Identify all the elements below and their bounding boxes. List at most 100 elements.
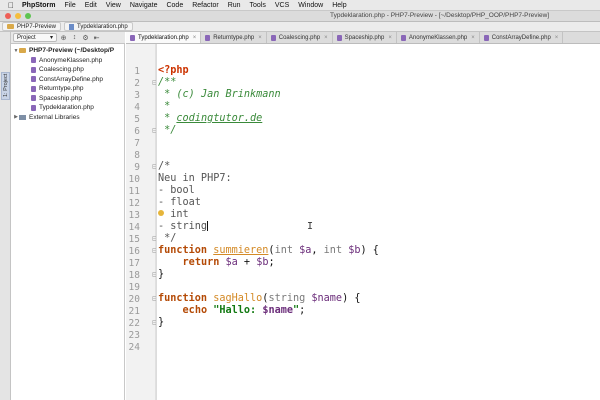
breadcrumb-project[interactable]: PHP7-Preview xyxy=(2,22,62,31)
line-number: 23 xyxy=(128,330,140,341)
tree-root-label: PHP7-Preview (~/Desktop/P xyxy=(29,47,115,55)
tree-file-label: Returntype.php xyxy=(39,85,84,93)
doc-comment-link[interactable]: codingtutor.de xyxy=(176,113,262,124)
menu-app-name[interactable]: PhpStorm xyxy=(22,2,55,9)
editor-tabs: Typdeklaration.php × Returntype.php × Co… xyxy=(126,32,600,44)
menu-help[interactable]: Help xyxy=(332,2,346,9)
code-line[interactable]: } xyxy=(158,269,164,281)
minimize-window-button[interactable] xyxy=(15,13,21,19)
close-icon[interactable]: × xyxy=(471,35,475,41)
type-hint: int xyxy=(323,245,343,256)
function-name[interactable]: summieren xyxy=(213,245,268,256)
close-icon[interactable]: × xyxy=(193,35,197,41)
tab-typdeklaration[interactable]: Typdeklaration.php × xyxy=(126,32,202,43)
close-icon[interactable]: × xyxy=(388,35,392,41)
line-number: 6 xyxy=(134,126,140,137)
intention-bulb-icon[interactable] xyxy=(158,210,164,216)
code-line[interactable]: */ xyxy=(158,233,176,245)
gear-icon[interactable]: ⚙ xyxy=(81,33,90,42)
folder-icon xyxy=(19,48,26,54)
close-window-button[interactable] xyxy=(5,13,11,19)
library-icon xyxy=(19,114,26,120)
menu-view[interactable]: View xyxy=(106,2,121,9)
tab-constarraydefine[interactable]: ConstArrayDefine.php × xyxy=(480,32,564,43)
code-line[interactable]: return $a + $b; xyxy=(158,257,275,269)
tab-label: Typdeklaration.php xyxy=(138,34,189,41)
project-view-dropdown[interactable]: Project ▾ xyxy=(13,33,57,42)
menu-tools[interactable]: Tools xyxy=(250,2,266,9)
code-line[interactable]: /** xyxy=(158,77,176,89)
close-icon[interactable]: × xyxy=(258,35,262,41)
tab-label: Coalescing.php xyxy=(278,34,321,41)
apple-logo-icon[interactable]:  xyxy=(6,1,16,10)
tree-file-label: Typdeklaration.php xyxy=(39,104,94,112)
code-line[interactable]: - int xyxy=(158,209,189,221)
code-line[interactable]: - bool xyxy=(158,185,195,197)
tree-root[interactable]: ▼ PHP7-Preview (~/Desktop/P xyxy=(11,46,124,56)
menu-window[interactable]: Window xyxy=(298,2,323,9)
close-icon[interactable]: × xyxy=(324,35,328,41)
close-icon[interactable]: × xyxy=(555,35,559,41)
variable: $a xyxy=(299,245,312,256)
code-line[interactable]: /* xyxy=(158,161,170,173)
php-file-icon xyxy=(205,34,211,41)
line-number: 18 xyxy=(128,270,140,281)
code-line[interactable]: function sagHallo(string $name) { xyxy=(158,293,360,305)
php-file-icon xyxy=(31,66,36,73)
tree-file-label: AnonymeKlassen.php xyxy=(39,56,103,64)
editor-gutter[interactable]: 1 2 3 4 5 6 7 8 9 10 11 12 13 14 15 16 1… xyxy=(126,44,157,400)
line-number: 7 xyxy=(134,138,140,149)
tree-file[interactable]: Typdeklaration.php xyxy=(11,103,124,113)
menu-edit[interactable]: Edit xyxy=(85,2,97,9)
code-line[interactable]: - float xyxy=(158,197,201,209)
tab-label: ConstArrayDefine.php xyxy=(491,34,551,41)
menu-refactor[interactable]: Refactor xyxy=(192,2,218,9)
tree-file[interactable]: ConstArrayDefine.php xyxy=(11,75,124,85)
tab-spaceship[interactable]: Spaceship.php × xyxy=(333,32,397,43)
hide-icon[interactable]: ⇤ xyxy=(92,33,101,42)
code-line[interactable]: * (c) Jan Brinkmann xyxy=(158,89,281,101)
line-number: 13 xyxy=(128,210,140,221)
code-line[interactable]: * xyxy=(158,101,170,113)
scroll-from-source-icon[interactable]: ⊕ xyxy=(59,33,68,42)
code-line[interactable]: } xyxy=(158,317,164,329)
tree-file[interactable]: Returntype.php xyxy=(11,84,124,94)
line-number: 5 xyxy=(134,114,140,125)
variable: $name xyxy=(311,293,343,304)
tab-coalescing[interactable]: Coalescing.php × xyxy=(267,32,333,43)
tree-external-libraries[interactable]: ▶ External Libraries xyxy=(11,113,124,123)
menu-navigate[interactable]: Navigate xyxy=(130,2,158,9)
punctuation: } xyxy=(158,269,165,280)
code-line[interactable]: function summieren(int $a, int $b) { xyxy=(158,245,379,257)
breadcrumb-file[interactable]: Typdeklaration.php xyxy=(64,22,133,31)
code-editor[interactable]: 1 2 3 4 5 6 7 8 9 10 11 12 13 14 15 16 1… xyxy=(126,44,600,400)
code-line[interactable]: <?php xyxy=(158,65,189,77)
function-name[interactable]: sagHallo xyxy=(213,293,262,304)
project-tool-tab[interactable]: 1: Project xyxy=(1,72,10,100)
keyword: function xyxy=(158,293,208,304)
php-file-icon xyxy=(31,95,36,102)
collapse-icon[interactable]: ↕ xyxy=(70,33,79,42)
tab-anonymeklassen[interactable]: AnonymeKlassen.php × xyxy=(397,32,480,43)
window-titlebar: Typdeklaration.php - PHP7-Preview - [~/D… xyxy=(0,11,600,22)
doc-comment: * xyxy=(158,113,177,124)
window-controls xyxy=(5,13,31,19)
menu-code[interactable]: Code xyxy=(166,2,183,9)
tree-file-label: ConstArrayDefine.php xyxy=(39,75,103,83)
code-line[interactable]: * codingtutor.de xyxy=(158,113,262,125)
tab-returntype[interactable]: Returntype.php × xyxy=(201,32,267,43)
code-line[interactable]: - string xyxy=(158,221,209,233)
tree-file[interactable]: Coalescing.php xyxy=(11,65,124,75)
php-file-icon xyxy=(69,23,75,30)
text-cursor xyxy=(207,221,209,231)
tree-file[interactable]: Spaceship.php xyxy=(11,94,124,104)
code-line[interactable]: echo "Hallo: $name"; xyxy=(158,305,306,317)
zoom-window-button[interactable] xyxy=(25,13,31,19)
code-line[interactable]: */ xyxy=(158,125,176,137)
code-line[interactable]: Neu in PHP7: xyxy=(158,173,232,185)
line-number: 20 xyxy=(128,294,140,305)
menu-file[interactable]: File xyxy=(64,2,75,9)
menu-vcs[interactable]: VCS xyxy=(275,2,289,9)
tree-file[interactable]: AnonymeKlassen.php xyxy=(11,56,124,66)
menu-run[interactable]: Run xyxy=(228,2,241,9)
